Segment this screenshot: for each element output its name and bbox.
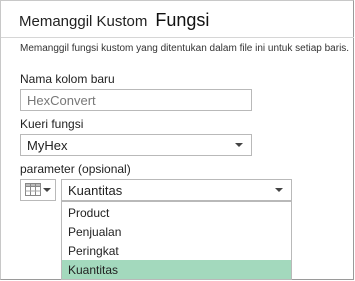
dialog-description: Memanggil fungsi kustom yang ditentukan … [20,43,350,54]
parameter-dropdown-list: Product Penjualan Peringkat Kuantitas [61,201,292,280]
parameter-value: Kuantitas [68,183,123,198]
parameter-type-button[interactable] [20,179,56,201]
table-column-icon [25,183,41,196]
parameter-select[interactable]: Kuantitas [61,179,292,201]
dropdown-option-peringkat[interactable]: Peringkat [62,241,291,260]
chevron-down-icon [275,188,283,192]
dialog-title-part2: Fungsi [155,10,210,30]
chevron-down-icon [235,143,243,147]
dropdown-option-penjualan[interactable]: Penjualan [62,222,291,241]
invoke-custom-function-dialog: Memanggil Kustom Fungsi Memanggil fungsi… [0,0,354,280]
column-name-label: Nama kolom baru [20,72,115,86]
function-query-label: Kueri fungsi [20,117,84,131]
function-query-value: MyHex [27,138,68,153]
dialog-header: Memanggil Kustom Fungsi [19,10,209,31]
column-name-value: HexConvert [27,93,96,108]
dropdown-option-kuantitas[interactable]: Kuantitas [62,260,291,279]
parameter-label: parameter (opsional) [20,162,131,176]
dropdown-option-product[interactable]: Product [62,203,291,222]
header-divider [1,37,354,38]
dialog-title-part1: Memanggil Kustom [19,13,148,30]
function-query-select[interactable]: MyHex [20,134,252,156]
chevron-down-icon [43,188,51,192]
column-name-input[interactable]: HexConvert [20,89,252,111]
